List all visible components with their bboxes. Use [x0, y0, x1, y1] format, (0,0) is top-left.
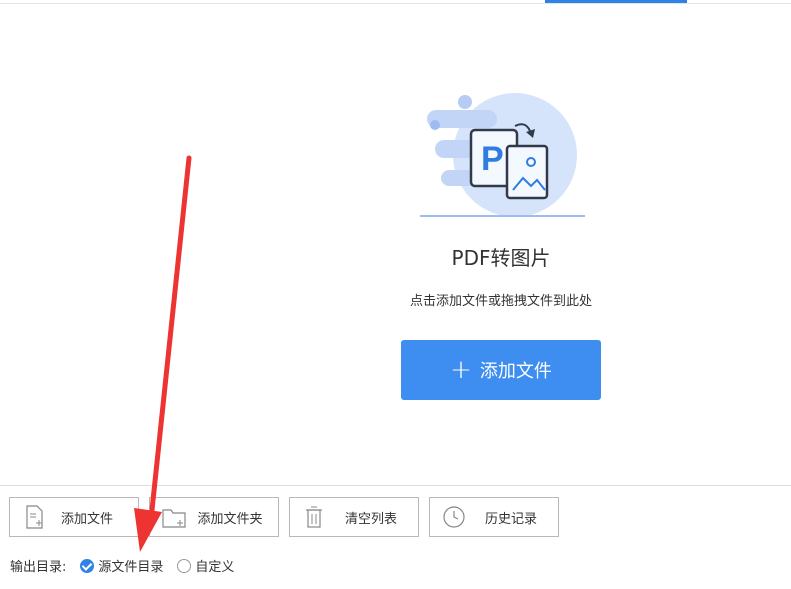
svg-text:P: P	[481, 140, 504, 178]
add-file-label: 添加文件	[60, 511, 113, 527]
clear-list-label: 清空列表	[344, 511, 397, 527]
drop-hint: 点击添加文件或拖拽文件到此处	[409, 294, 592, 309]
radio-custom-directory-label: 自定义	[195, 560, 235, 575]
add-file-button[interactable]: 添加文件	[9, 497, 139, 537]
history-button[interactable]: 历史记录	[429, 497, 559, 537]
history-label: 历史记录	[484, 511, 537, 527]
plus-icon: +	[450, 355, 472, 385]
checked-radio-icon	[80, 558, 95, 573]
add-folder-button[interactable]: 添加文件夹	[149, 497, 279, 537]
radio-source-directory-label: 源文件目录	[98, 560, 164, 575]
image-document-icon	[505, 144, 549, 200]
toolbar-divider	[0, 485, 791, 486]
add-file-primary-button[interactable]: + 添加文件	[401, 340, 601, 400]
output-directory-row: 输出目录: 源文件目录 自定义	[10, 556, 234, 575]
page-title: PDF转图片	[451, 246, 551, 270]
unchecked-radio-icon	[177, 558, 192, 573]
trash-icon	[306, 506, 322, 528]
add-file-label: 添加文件	[479, 361, 552, 382]
clear-list-button[interactable]: 清空列表	[289, 497, 419, 537]
add-folder-label: 添加文件夹	[197, 511, 263, 527]
add-folder-icon	[162, 509, 186, 528]
top-border	[0, 3, 791, 4]
active-tab-indicator	[545, 0, 687, 3]
clock-icon	[443, 506, 465, 528]
radio-source-directory[interactable]: 源文件目录	[80, 556, 163, 575]
pdf-to-image-illustration: P	[420, 93, 585, 217]
radio-custom-directory[interactable]: 自定义	[177, 556, 234, 575]
output-label: 输出目录:	[10, 560, 67, 575]
add-file-icon	[26, 505, 43, 529]
